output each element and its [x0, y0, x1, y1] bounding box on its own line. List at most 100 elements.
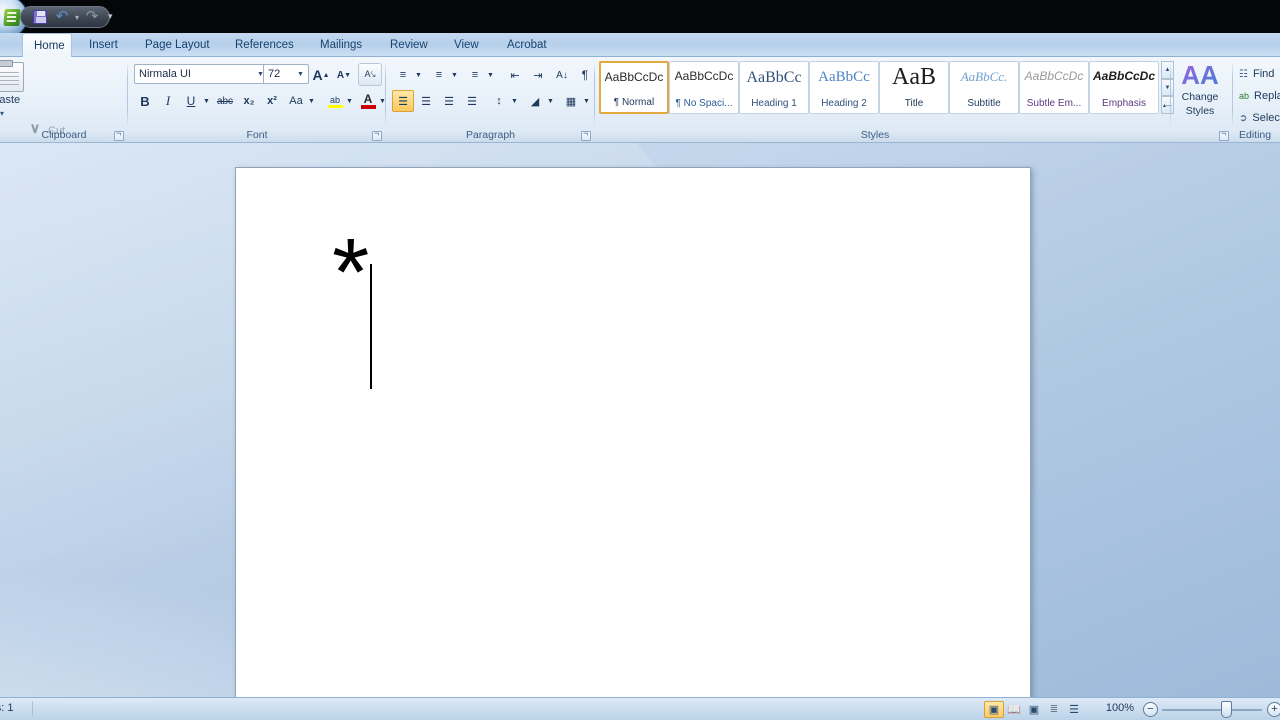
bullets-dropdown[interactable]: ▼ [413, 64, 424, 86]
group-label-editing: Editing [1239, 129, 1272, 141]
subscript-button[interactable]: x₂ [238, 90, 260, 112]
view-web-layout-button[interactable]: ▣ [1024, 701, 1044, 718]
align-left-button[interactable]: ☰ [392, 90, 414, 112]
shading-dropdown[interactable]: ▼ [545, 90, 556, 112]
paste-icon[interactable] [0, 60, 24, 92]
font-name-combo[interactable]: Nirmala UI ▼ [134, 64, 269, 84]
view-full-screen-reading-button[interactable]: 📖 [1004, 701, 1024, 718]
ribbon: Paste ▾ Cut Copy Format Painter Clipboar… [0, 57, 1280, 179]
tab-review[interactable]: Review [379, 33, 435, 57]
tab-page-layout[interactable]: Page Layout [134, 33, 220, 57]
style-preview: AaBbCc [818, 69, 870, 85]
justify-button[interactable]: ☰ [461, 90, 483, 112]
view-draft-button[interactable]: ☰ [1064, 701, 1084, 718]
ribbon-group-paragraph: ≡ ▼ ≡ ▼ ≡ ▼ ⇤ ⇥ A↓ ¶ ☰ ☰ ☰ ☰ ↕ ▼ ◢ ▼ ▦ ▼… [386, 57, 595, 143]
save-button[interactable] [31, 8, 49, 26]
shading-button[interactable]: ◢ [524, 90, 546, 112]
view-print-layout-button[interactable]: ▣ [984, 701, 1004, 718]
multilevel-dropdown[interactable]: ▼ [485, 64, 496, 86]
style-normal[interactable]: AaBbCcDc ¶ Normal [599, 61, 669, 114]
undo-button[interactable]: ↶ [53, 8, 71, 26]
strikethrough-button[interactable]: abc [214, 90, 236, 112]
style-heading-1[interactable]: AaBbCс Heading 1 [739, 61, 809, 114]
ribbon-group-editing: ☷ Find ab Replace ➲ Select Editing [1233, 57, 1280, 143]
superscript-button[interactable]: x² [261, 90, 283, 112]
chevron-down-icon: ▼ [487, 71, 494, 79]
style-emphasis[interactable]: AaBbCcDc Emphasis [1089, 61, 1159, 114]
tab-view[interactable]: View [443, 33, 485, 57]
zoom-slider-track[interactable] [1162, 709, 1262, 711]
font-size-value: 72 [268, 68, 281, 80]
italic-button[interactable]: I [157, 90, 179, 112]
borders-button[interactable]: ▦ [560, 90, 582, 112]
font-color-button[interactable]: A [357, 90, 379, 112]
redo-button[interactable]: ↷ [83, 8, 101, 26]
line-spacing-dropdown[interactable]: ▼ [509, 90, 520, 112]
word-count-label[interactable]: rds: 1 [0, 702, 14, 714]
style-no-spacing[interactable]: AaBbCcDc ¶ No Spaci... [669, 61, 739, 114]
styles-dialog-launcher[interactable] [1219, 131, 1229, 141]
show-formatting-marks-button[interactable]: ¶ [574, 64, 596, 86]
tab-mailings[interactable]: Mailings [309, 33, 371, 57]
replace-button[interactable]: ab Replace [1239, 86, 1280, 106]
text-highlight-color-button[interactable]: ab [324, 90, 346, 112]
style-name: Title [904, 98, 924, 109]
shrink-font-button[interactable]: A ▼ [333, 64, 355, 86]
decrease-indent-button[interactable]: ⇤ [504, 64, 526, 86]
save-icon [33, 10, 47, 24]
tab-references[interactable]: References [224, 33, 302, 57]
change-styles-button[interactable]: AA Change Styles [1171, 61, 1229, 125]
underline-dropdown[interactable]: ▼ [201, 90, 212, 112]
bold-button[interactable]: B [134, 90, 156, 112]
view-outline-button[interactable]: ≣ [1044, 701, 1064, 718]
paragraph-dialog-launcher[interactable] [581, 131, 591, 141]
select-button[interactable]: ➲ Select [1239, 108, 1280, 128]
font-dialog-launcher[interactable] [372, 131, 382, 141]
find-button[interactable]: ☷ Find [1239, 64, 1274, 84]
select-label: Select [1252, 112, 1280, 124]
increase-indent-button[interactable]: ⇥ [527, 64, 549, 86]
align-right-button[interactable]: ☰ [438, 90, 460, 112]
chevron-down-icon: ▼ [346, 97, 353, 105]
customize-qat-button[interactable]: ▾ [108, 11, 113, 22]
decrease-indent-icon: ⇤ [510, 69, 520, 82]
clear-formatting-button[interactable]: A⤥ [358, 63, 382, 86]
change-styles-icon: AA [1171, 61, 1229, 89]
document-workspace[interactable]: * [0, 143, 1280, 697]
borders-dropdown[interactable]: ▼ [581, 90, 592, 112]
style-name: Heading 2 [821, 98, 867, 109]
text-highlight-dropdown[interactable]: ▼ [344, 90, 355, 112]
change-case-dropdown[interactable]: ▼ [306, 90, 317, 112]
paste-dropdown-arrow-icon[interactable]: ▾ [0, 109, 4, 118]
style-subtitle[interactable]: AaBbCc. Subtitle [949, 61, 1019, 114]
align-center-button[interactable]: ☰ [415, 90, 437, 112]
shading-bucket-icon: ◢ [530, 95, 540, 108]
multilevel-list-button[interactable]: ≡ [464, 64, 486, 86]
line-spacing-button[interactable]: ↕ [488, 90, 510, 112]
numbering-button[interactable]: ≡ [428, 64, 450, 86]
font-size-combo[interactable]: 72 ▼ [263, 64, 309, 84]
document-page[interactable]: * [235, 167, 1031, 697]
chevron-down-icon[interactable]: ▼ [293, 65, 308, 83]
numbering-dropdown[interactable]: ▼ [449, 64, 460, 86]
style-title[interactable]: AaB Title [879, 61, 949, 114]
zoom-out-button[interactable]: − [1143, 702, 1158, 717]
zoom-in-button[interactable]: + [1267, 702, 1280, 717]
tab-insert[interactable]: Insert [78, 33, 128, 57]
tab-home[interactable]: Home [22, 33, 72, 58]
bullets-button[interactable]: ≡ [392, 64, 414, 86]
style-heading-2[interactable]: AaBbCc Heading 2 [809, 61, 879, 114]
undo-dropdown-button[interactable]: ▾ [75, 13, 79, 22]
style-subtle-emphasis[interactable]: AaBbCcDc Subtle Em... [1019, 61, 1089, 114]
grow-font-button[interactable]: A ▲ [310, 64, 332, 86]
tab-acrobat[interactable]: Acrobat [496, 33, 556, 57]
zoom-slider-thumb[interactable] [1221, 701, 1232, 718]
underline-button[interactable]: U [180, 90, 202, 112]
zoom-level-label[interactable]: 100% [1106, 702, 1134, 714]
title-bar: ↶ ▾ ↷ ▾ [0, 0, 1280, 38]
clipboard-dialog-launcher[interactable] [114, 131, 124, 141]
sort-button[interactable]: A↓ [551, 64, 573, 86]
align-right-icon: ☰ [444, 95, 454, 108]
change-case-button[interactable]: Aa [284, 90, 308, 112]
chevron-down-icon: ▼ [203, 97, 210, 105]
